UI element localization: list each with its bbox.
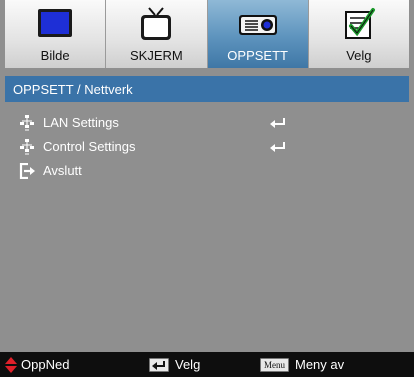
- notepad-check-icon: [344, 8, 375, 39]
- tab-bar: Bilde SKJERM OPPSETT Velg: [5, 0, 409, 68]
- projector-osd-menu: Bilde SKJERM OPPSETT Velg OPPSETT / Nett…: [0, 0, 414, 377]
- breadcrumb: OPPSETT / Nettverk: [5, 76, 409, 102]
- menu-item-avslutt[interactable]: Avslutt: [5, 160, 409, 182]
- projector-icon: [238, 15, 277, 35]
- up-down-arrow-icon: [5, 356, 17, 373]
- tv-icon: [141, 7, 172, 40]
- menu-list: LAN Settings Control Settings Avslutt: [5, 104, 409, 348]
- enter-icon: [270, 118, 285, 128]
- footer-hints: OppNed Velg Menu Meny av: [0, 352, 414, 377]
- hint-select: Velg: [149, 352, 200, 377]
- monitor-icon: [38, 9, 73, 37]
- menu-item-control-settings[interactable]: Control Settings: [5, 136, 409, 158]
- network-icon: [20, 139, 34, 155]
- menu-item-label: Avslutt: [43, 163, 82, 178]
- tab-label: SKJERM: [130, 48, 183, 63]
- tab-label: OPPSETT: [227, 48, 288, 63]
- breadcrumb-text: OPPSETT / Nettverk: [13, 81, 133, 97]
- tab-oppsett[interactable]: OPPSETT: [207, 0, 309, 68]
- tab-skjerm[interactable]: SKJERM: [106, 0, 208, 68]
- enter-icon: [270, 142, 285, 152]
- tab-bilde[interactable]: Bilde: [5, 0, 107, 68]
- tab-label: Bilde: [40, 48, 70, 63]
- network-icon: [20, 115, 34, 131]
- hint-navigate-label: OppNed: [21, 357, 70, 372]
- menu-item-label: Control Settings: [43, 139, 136, 154]
- exit-icon: [19, 163, 35, 179]
- menu-key-icon: Menu: [260, 357, 289, 372]
- hint-menu-label: Meny av: [295, 357, 345, 372]
- menu-item-lan-settings[interactable]: LAN Settings: [5, 112, 409, 134]
- hint-select-label: Velg: [175, 357, 201, 372]
- enter-key-icon: [149, 357, 169, 372]
- tab-velg[interactable]: Velg: [308, 0, 409, 68]
- hint-menu: Menu Meny av: [260, 352, 344, 377]
- menu-item-label: LAN Settings: [43, 115, 119, 130]
- tab-label: Velg: [346, 48, 372, 63]
- hint-navigate: OppNed: [5, 352, 69, 377]
